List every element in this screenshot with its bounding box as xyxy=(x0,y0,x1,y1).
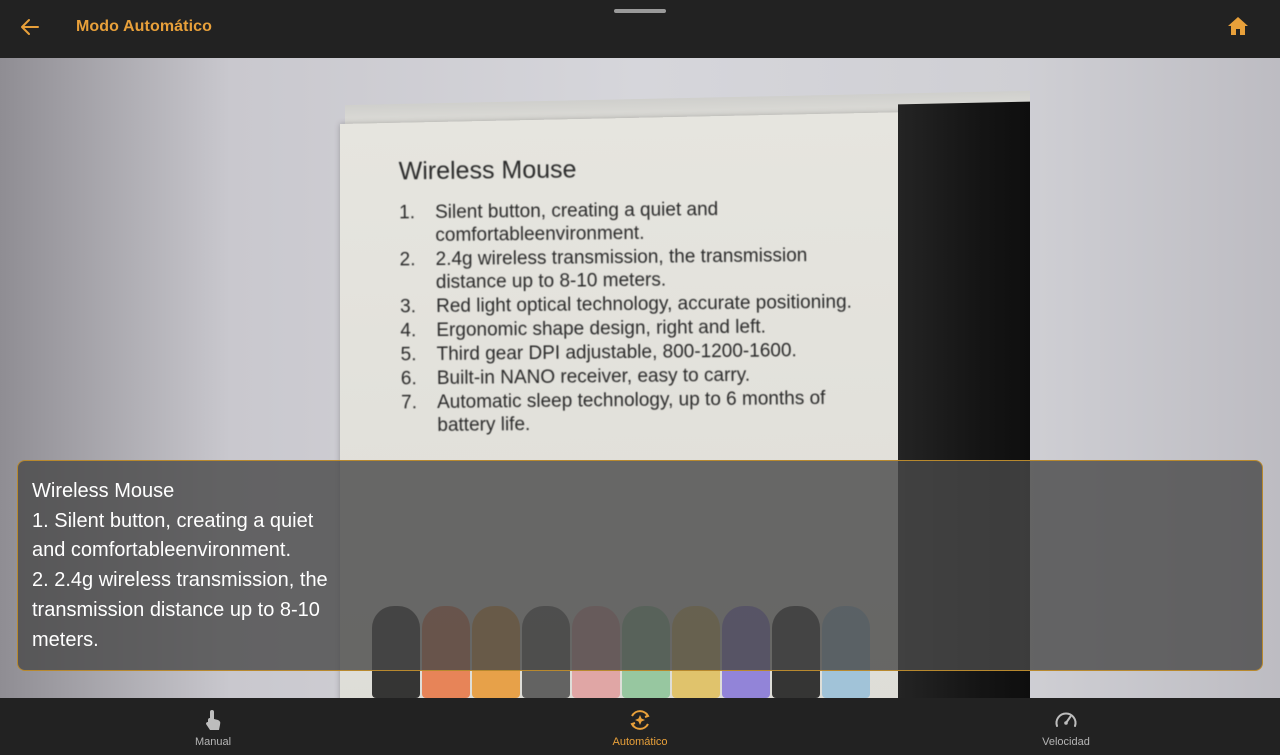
ocr-line: 1. Silent button, creating a quiet xyxy=(32,509,314,532)
back-button[interactable] xyxy=(14,13,46,45)
recognized-text-panel: Wireless Mouse 1. Silent button, creatin… xyxy=(17,460,1263,671)
bottom-navigation: Manual Automático Velocidad xyxy=(0,698,1280,755)
box-list-item: 2. 2.4g wireless transmission, the transm… xyxy=(399,245,808,294)
nav-label-velocidad: Velocidad xyxy=(1042,736,1090,748)
auto-scan-icon xyxy=(628,707,652,733)
speedometer-icon xyxy=(1054,707,1078,733)
ocr-line: and comfortableenvironment. xyxy=(32,539,292,562)
page-title: Modo Automático xyxy=(76,18,212,35)
touch-icon xyxy=(203,707,223,733)
home-button[interactable] xyxy=(1222,12,1254,44)
ocr-line: 2. 2.4g wireless transmission, the xyxy=(32,569,328,592)
box-title: Wireless Mouse xyxy=(398,155,577,186)
nav-item-velocidad[interactable]: Velocidad xyxy=(966,698,1166,755)
ocr-line: Wireless Mouse xyxy=(32,480,175,502)
box-list-item: 4. Ergonomic shape design, right and left… xyxy=(400,316,766,342)
box-list-item: 6. Built-in NANO receiver, easy to carry. xyxy=(400,364,751,390)
ocr-line: meters. xyxy=(32,628,99,651)
box-list-item: 7. Automatic sleep technology, up to 6 mo… xyxy=(400,387,826,437)
drag-handle[interactable] xyxy=(614,9,666,13)
nav-item-automatico[interactable]: Automático xyxy=(540,698,740,755)
nav-label-automatico: Automático xyxy=(612,736,668,748)
arrow-back-icon xyxy=(20,17,40,42)
box-printed-text: Wireless Mouse 1. Silent button, creating… xyxy=(399,156,862,439)
box-list-item: 1. Silent button, creating a quiet and co… xyxy=(398,199,719,247)
nav-item-manual[interactable]: Manual xyxy=(113,698,313,755)
box-list-item: 3. Red light optical technology, accurate… xyxy=(399,291,852,318)
ocr-line: transmission distance up to 8-10 xyxy=(32,598,320,621)
nav-label-manual: Manual xyxy=(194,736,232,748)
box-list-item: 5. Third gear DPI adjustable, 800-1200-16… xyxy=(400,340,797,366)
home-icon xyxy=(1227,16,1249,41)
app-bar: Modo Automático xyxy=(0,0,1280,58)
